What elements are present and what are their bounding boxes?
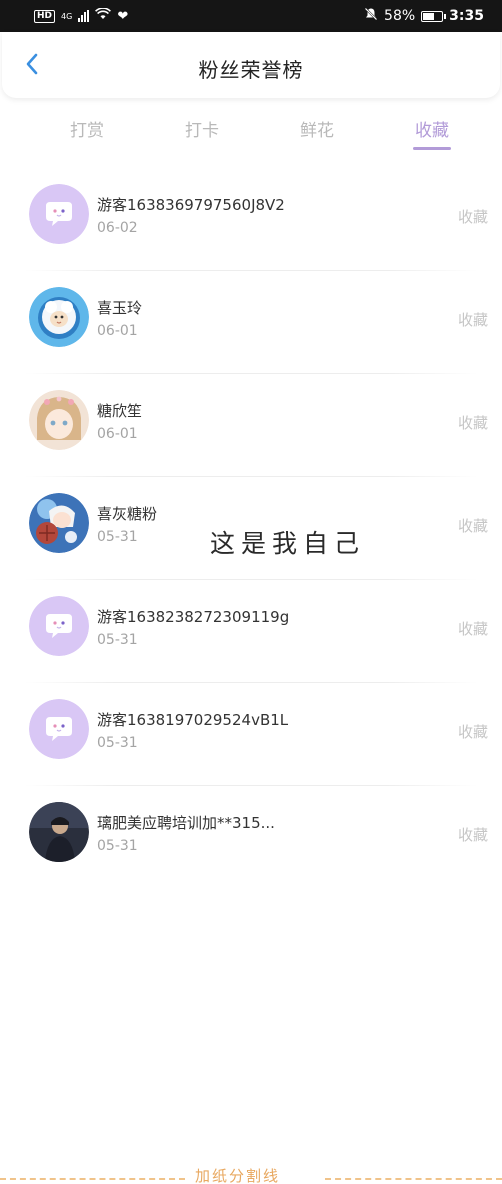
list-item-date: 06-01 <box>97 426 138 442</box>
tab-bar: 打赏 打卡 鲜花 收藏 <box>0 106 502 158</box>
page-header: 粉丝荣誉榜 <box>2 32 500 98</box>
list-item-date: 05-31 <box>97 529 138 545</box>
default-chat-avatar <box>29 184 89 244</box>
cartoon-sheep-avatar <box>29 287 89 347</box>
page-title: 粉丝荣誉榜 <box>198 58 304 82</box>
tab-checkin[interactable]: 打卡 <box>162 116 242 141</box>
handwritten-annotation: 这是我自己 <box>210 529 366 558</box>
bottom-divider: 加纸分割线 <box>0 1167 502 1184</box>
list-item[interactable]: 喜玉玲 06-01 收藏 <box>0 271 502 374</box>
divider-dash-left <box>0 1178 185 1180</box>
list-item-action[interactable]: 收藏 <box>458 206 488 227</box>
tab-reward[interactable]: 打赏 <box>47 116 127 141</box>
list-item-date: 05-31 <box>97 735 138 751</box>
list-item-name: 喜灰糖粉 <box>97 505 158 523</box>
anime-character-avatar <box>29 493 89 553</box>
status-bar: HD 4G ❤ 58% 3:35 <box>0 0 502 32</box>
photo-person-avatar <box>29 802 89 862</box>
list-item-action[interactable]: 收藏 <box>458 515 488 536</box>
list-item-action[interactable]: 收藏 <box>458 824 488 845</box>
list-item[interactable]: 游客1638369797560J8V2 06-02 收藏 <box>0 168 502 271</box>
status-bar-left: HD 4G ❤ <box>34 7 129 24</box>
list-item-action[interactable]: 收藏 <box>458 721 488 742</box>
tab-favorites[interactable]: 收藏 <box>392 116 472 141</box>
list-item-action[interactable]: 收藏 <box>458 618 488 639</box>
list-item-action[interactable]: 收藏 <box>458 309 488 330</box>
list-item-name: 游客1638197029524vB1L <box>97 711 289 729</box>
hd-badge: HD <box>34 9 56 23</box>
heart-icon: ❤ <box>117 8 129 24</box>
wifi-icon <box>95 7 112 24</box>
list-item[interactable]: 璃肥美应聘培训加**315... 05-31 收藏 <box>0 786 502 889</box>
list-item-name: 游客1638238272309119g <box>97 608 290 626</box>
list-item-date: 06-02 <box>97 220 138 236</box>
status-bar-right: 58% 3:35 <box>364 7 484 25</box>
network-type-label: 4G <box>61 11 73 21</box>
mute-bell-icon <box>364 7 378 25</box>
signal-bars-icon <box>78 10 90 22</box>
default-chat-avatar <box>29 596 89 656</box>
list-item-name: 喜玉玲 <box>97 299 143 317</box>
anime-girl-avatar <box>29 390 89 450</box>
list-item-date: 05-31 <box>97 838 138 854</box>
list-item[interactable]: 游客1638238272309119g 05-31 收藏 <box>0 580 502 683</box>
list-item-name: 游客1638369797560J8V2 <box>97 196 285 214</box>
list-item-date: 06-01 <box>97 323 138 339</box>
clock: 3:35 <box>449 8 484 24</box>
list-item-action[interactable]: 收藏 <box>458 412 488 433</box>
list-item-date: 05-31 <box>97 632 138 648</box>
default-chat-avatar <box>29 699 89 759</box>
divider-dash-right <box>325 1178 502 1180</box>
divider-label: 加纸分割线 <box>195 1167 281 1184</box>
list-item[interactable]: 游客1638197029524vB1L 05-31 收藏 <box>0 683 502 786</box>
list-item-name: 璃肥美应聘培训加**315... <box>97 814 275 832</box>
battery-icon <box>421 10 447 22</box>
active-tab-indicator <box>413 147 451 150</box>
list-item[interactable]: 糖欣笙 06-01 收藏 <box>0 374 502 477</box>
tab-flowers[interactable]: 鲜花 <box>277 116 357 141</box>
list-item-name: 糖欣笙 <box>97 402 143 420</box>
battery-percent: 58% <box>384 8 416 24</box>
